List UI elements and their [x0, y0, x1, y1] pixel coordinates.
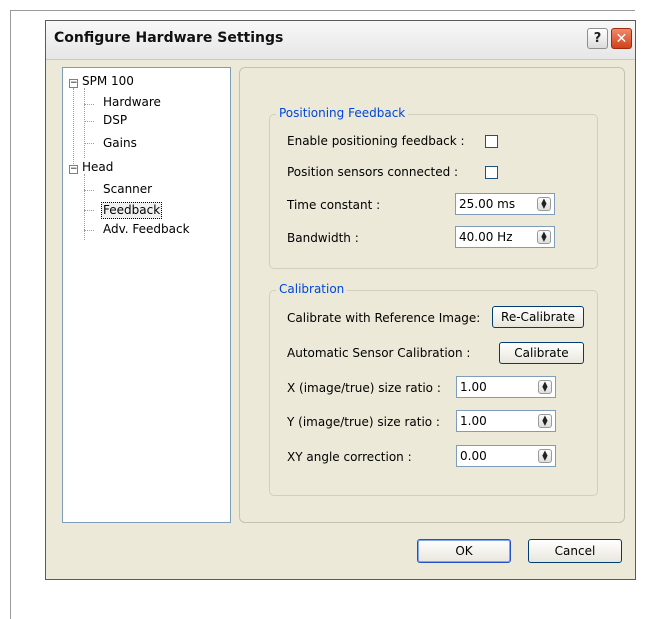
tree-line [73, 88, 74, 166]
tree-item-head[interactable]: Head [82, 160, 113, 175]
spin-arrows-icon[interactable]: ▲ ▼ [538, 380, 552, 394]
spin-arrows-icon[interactable]: ▲ ▼ [537, 230, 551, 244]
collapse-icon[interactable]: − [69, 165, 78, 174]
y-ratio-spinbox[interactable]: 1.00 ▲ ▼ [456, 410, 556, 432]
x-ratio-label: X (image/true) size ratio : [287, 381, 441, 395]
tree-item-spm100[interactable]: SPM 100 [82, 74, 134, 89]
positioning-feedback-group: Positioning Feedback Enable positioning … [269, 106, 598, 269]
y-ratio-value: 1.00 [460, 414, 487, 428]
tree-item-dsp[interactable]: DSP [103, 113, 127, 128]
xy-angle-spinbox[interactable]: 0.00 ▲ ▼ [456, 445, 556, 467]
enable-positioning-label: Enable positioning feedback : [287, 134, 465, 148]
x-ratio-spinbox[interactable]: 1.00 ▲ ▼ [456, 376, 556, 398]
dialog-title: Configure Hardware Settings [54, 30, 284, 46]
collapse-icon[interactable]: − [69, 79, 78, 88]
tree-line [84, 143, 94, 144]
positioning-feedback-legend: Positioning Feedback [276, 106, 409, 120]
recalibrate-button[interactable]: Re-Calibrate [492, 306, 584, 328]
y-ratio-label: Y (image/true) size ratio : [287, 415, 440, 429]
tree-line [84, 210, 94, 211]
help-button[interactable]: ? [587, 28, 608, 49]
tree-item-adv-feedback[interactable]: Adv. Feedback [103, 222, 190, 237]
configure-hardware-dialog: Configure Hardware Settings ? ✕ − SPM 10… [45, 20, 636, 580]
tree-item-scanner[interactable]: Scanner [103, 182, 152, 197]
bandwidth-value: 40.00 Hz [459, 230, 513, 244]
settings-tree[interactable]: − SPM 100 Hardware DSP Gains − Head Scan… [62, 67, 231, 523]
spin-arrows-icon[interactable]: ▲ ▼ [538, 414, 552, 428]
tree-line [84, 190, 94, 191]
cancel-button[interactable]: Cancel [528, 539, 622, 563]
tree-line [84, 230, 94, 231]
time-constant-value: 25.00 ms [459, 197, 516, 211]
tree-item-hardware[interactable]: Hardware [103, 95, 161, 110]
reference-image-label: Calibrate with Reference Image: [287, 311, 481, 325]
xy-angle-label: XY angle correction : [287, 450, 412, 464]
calibrate-button[interactable]: Calibrate [499, 342, 584, 364]
position-sensors-label: Position sensors connected : [287, 165, 459, 179]
background-frame-left [10, 10, 11, 619]
calibration-group: Calibration Calibrate with Reference Ima… [269, 282, 598, 496]
tree-item-gains[interactable]: Gains [103, 136, 137, 151]
help-icon: ? [593, 31, 602, 46]
time-constant-spinbox[interactable]: 25.00 ms ▲ ▼ [455, 193, 555, 215]
tree-item-feedback[interactable]: Feedback [101, 202, 163, 219]
bandwidth-spinbox[interactable]: 40.00 Hz ▲ ▼ [455, 226, 555, 248]
bandwidth-label: Bandwidth : [287, 231, 359, 245]
position-sensors-checkbox[interactable] [485, 166, 498, 179]
settings-pane: Positioning Feedback Enable positioning … [239, 67, 625, 523]
title-bar[interactable]: Configure Hardware Settings ? ✕ [46, 21, 635, 60]
auto-sensor-label: Automatic Sensor Calibration : [287, 346, 471, 360]
x-ratio-value: 1.00 [460, 380, 487, 394]
tree-line [84, 121, 94, 122]
tree-line [84, 104, 94, 105]
ok-button[interactable]: OK [417, 539, 511, 563]
time-constant-label: Time constant : [287, 198, 381, 212]
close-icon: ✕ [615, 30, 628, 47]
spin-arrows-icon[interactable]: ▲ ▼ [537, 197, 551, 211]
spin-arrows-icon[interactable]: ▲ ▼ [538, 449, 552, 463]
background-frame-top [10, 10, 635, 11]
xy-angle-value: 0.00 [460, 449, 487, 463]
tree-line [84, 88, 85, 158]
calibration-legend: Calibration [276, 282, 348, 296]
enable-positioning-checkbox[interactable] [485, 135, 498, 148]
close-button[interactable]: ✕ [611, 28, 632, 49]
